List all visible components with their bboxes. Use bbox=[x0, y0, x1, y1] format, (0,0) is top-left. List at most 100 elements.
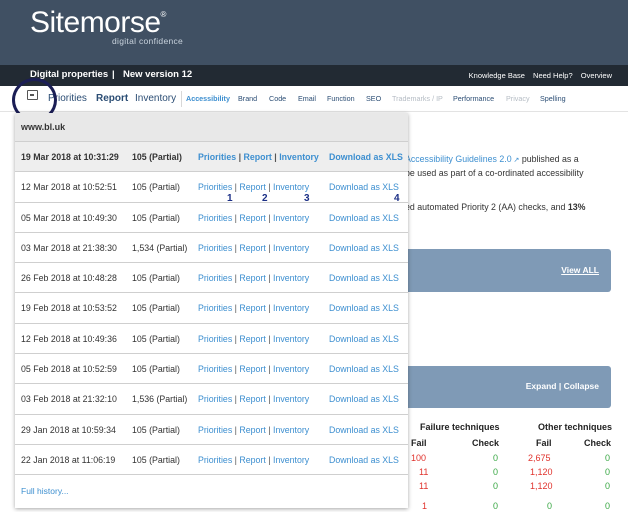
intro-line-3: ed automated Priority 2 (AA) checks, and… bbox=[405, 200, 585, 214]
report-link[interactable]: Report bbox=[239, 182, 265, 192]
history-row[interactable]: 26 Feb 2018 at 10:48:28 105 (Partial) Pr… bbox=[15, 263, 408, 294]
table-cell: 1,120 bbox=[530, 467, 553, 477]
collapse-link[interactable]: Collapse bbox=[564, 381, 599, 391]
history-row[interactable]: 05 Feb 2018 at 10:52:59 105 (Partial) Pr… bbox=[15, 354, 408, 385]
history-row[interactable]: 19 Feb 2018 at 10:53:52 105 (Partial) Pr… bbox=[15, 293, 408, 324]
report-link[interactable]: Report bbox=[239, 394, 265, 404]
history-date: 03 Feb 2018 at 21:32:10 bbox=[21, 394, 117, 405]
history-row[interactable]: 29 Jan 2018 at 10:59:34 105 (Partial) Pr… bbox=[15, 415, 408, 445]
tab-spelling[interactable]: Spelling bbox=[540, 94, 566, 103]
priorities-link[interactable]: Priorities bbox=[198, 182, 232, 192]
priorities-link[interactable]: Priorities bbox=[198, 364, 232, 374]
download-xls-link[interactable]: Download as XLS bbox=[329, 213, 399, 223]
download-xls-link[interactable]: Download as XLS bbox=[329, 273, 399, 283]
tab-accessibility[interactable]: Accessibility bbox=[186, 94, 230, 103]
history-row[interactable]: 03 Feb 2018 at 21:32:10 1,536 (Partial) … bbox=[15, 384, 408, 415]
priorities-link[interactable]: Priorities bbox=[198, 152, 236, 162]
history-row[interactable]: 03 Mar 2018 at 21:38:30 1,534 (Partial) … bbox=[15, 233, 408, 264]
intro-line-1-rest: published as a bbox=[519, 154, 579, 164]
history-row[interactable]: 05 Mar 2018 at 10:49:30 105 (Partial) Pr… bbox=[15, 203, 408, 233]
tab-privacy[interactable]: Privacy bbox=[506, 94, 530, 103]
sitemorse-logo[interactable]: Sitemorse® bbox=[30, 6, 166, 40]
table-cell: 0 bbox=[605, 453, 611, 463]
inventory-link[interactable]: Inventory bbox=[273, 364, 309, 374]
priorities-link[interactable]: Priorities bbox=[198, 243, 232, 253]
wcag-link[interactable]: Accessibility Guidelines 2.0 bbox=[405, 154, 512, 164]
download-xls-link[interactable]: Download as XLS bbox=[329, 394, 399, 404]
inventory-link[interactable]: Inventory bbox=[273, 273, 309, 283]
report-link[interactable]: Report bbox=[239, 455, 265, 465]
inventory-link[interactable]: Inventory bbox=[273, 182, 309, 192]
tagline: digital confidence bbox=[112, 36, 184, 46]
download-xls-link[interactable]: Download as XLS bbox=[329, 182, 399, 192]
expand-link[interactable]: Expand bbox=[526, 381, 557, 391]
overview-link[interactable]: Overview bbox=[581, 71, 612, 80]
table-cell: 0 bbox=[605, 467, 611, 477]
top-bar: Digital properties | New version 12 Know… bbox=[0, 65, 628, 86]
table-cell: 0 bbox=[493, 467, 499, 477]
failure-techniques-heading: Failure techniques bbox=[420, 422, 500, 432]
tab-trademarks[interactable]: Trademarks / IP bbox=[392, 94, 443, 103]
priorities-link[interactable]: Priorities bbox=[198, 213, 232, 223]
link-sep: | bbox=[265, 273, 273, 284]
title-separator: | bbox=[112, 69, 115, 80]
tab-function[interactable]: Function bbox=[327, 94, 355, 103]
priorities-link[interactable]: Priorities bbox=[198, 334, 232, 344]
download-xls-link[interactable]: Download as XLS bbox=[329, 425, 399, 435]
inventory-link[interactable]: Inventory bbox=[273, 303, 309, 313]
new-version-link[interactable]: New version 12 bbox=[123, 69, 192, 80]
link-sep: | bbox=[265, 303, 273, 314]
tab-code[interactable]: Code bbox=[269, 94, 286, 103]
inventory-link[interactable]: Inventory bbox=[273, 213, 309, 223]
full-history-link[interactable]: Full history... bbox=[21, 486, 69, 496]
report-link[interactable]: Report bbox=[244, 152, 272, 162]
tab-email[interactable]: Email bbox=[298, 94, 316, 103]
nav-inventory[interactable]: Inventory bbox=[135, 93, 176, 104]
history-links: Priorities | Report | Inventory bbox=[198, 213, 309, 223]
priorities-link[interactable]: Priorities bbox=[198, 394, 232, 404]
download-xls-link[interactable]: Download as XLS bbox=[329, 303, 399, 313]
report-link[interactable]: Report bbox=[239, 334, 265, 344]
inventory-link[interactable]: Inventory bbox=[279, 152, 319, 162]
history-links: Priorities | Report | Inventory bbox=[198, 364, 309, 374]
tab-brand[interactable]: Brand bbox=[238, 94, 257, 103]
inventory-link[interactable]: Inventory bbox=[273, 334, 309, 344]
download-xls-link[interactable]: Download as XLS bbox=[329, 152, 403, 162]
report-link[interactable]: Report bbox=[239, 303, 265, 313]
tab-seo[interactable]: SEO bbox=[366, 94, 381, 103]
link-sep: | bbox=[265, 394, 273, 405]
download-xls-link[interactable]: Download as XLS bbox=[329, 364, 399, 374]
expand-collapse-panel: Expand | Collapse bbox=[405, 366, 611, 408]
knowledge-base-link[interactable]: Knowledge Base bbox=[469, 71, 525, 80]
priorities-link[interactable]: Priorities bbox=[198, 455, 232, 465]
report-link[interactable]: Report bbox=[239, 425, 265, 435]
download-xls-link[interactable]: Download as XLS bbox=[329, 334, 399, 344]
priorities-link[interactable]: Priorities bbox=[198, 303, 232, 313]
priorities-link[interactable]: Priorities bbox=[198, 425, 232, 435]
inventory-link[interactable]: Inventory bbox=[273, 243, 309, 253]
history-count: 1,536 (Partial) bbox=[132, 394, 188, 405]
history-row[interactable]: 12 Feb 2018 at 10:49:36 105 (Partial) Pr… bbox=[15, 324, 408, 355]
inventory-link[interactable]: Inventory bbox=[273, 425, 309, 435]
download-xls-link[interactable]: Download as XLS bbox=[329, 243, 399, 253]
top-links: Knowledge Base Need Help? Overview bbox=[463, 71, 612, 80]
inventory-link[interactable]: Inventory bbox=[273, 394, 309, 404]
download-xls-link[interactable]: Download as XLS bbox=[329, 455, 399, 465]
table-cell: 0 bbox=[493, 481, 499, 491]
history-count: 105 (Partial) bbox=[132, 273, 180, 284]
nav-report[interactable]: Report bbox=[96, 93, 128, 104]
inventory-link[interactable]: Inventory bbox=[273, 455, 309, 465]
history-row[interactable]: 19 Mar 2018 at 10:31:29 105 (Partial) Pr… bbox=[15, 142, 408, 173]
intro-line-3-text: ed automated Priority 2 (AA) checks, and bbox=[405, 202, 568, 212]
tab-performance[interactable]: Performance bbox=[453, 94, 494, 103]
history-row[interactable]: 12 Mar 2018 at 10:52:51 105 (Partial) Pr… bbox=[15, 172, 408, 203]
priorities-link[interactable]: Priorities bbox=[198, 273, 232, 283]
report-link[interactable]: Report bbox=[239, 243, 265, 253]
need-help-link[interactable]: Need Help? bbox=[533, 71, 573, 80]
report-link[interactable]: Report bbox=[239, 213, 265, 223]
report-link[interactable]: Report bbox=[239, 364, 265, 374]
view-all-link[interactable]: View ALL bbox=[561, 265, 599, 275]
report-link[interactable]: Report bbox=[239, 273, 265, 283]
history-row[interactable]: 22 Jan 2018 at 11:06:19 105 (Partial) Pr… bbox=[15, 445, 408, 476]
history-date: 22 Jan 2018 at 11:06:19 bbox=[21, 454, 116, 465]
